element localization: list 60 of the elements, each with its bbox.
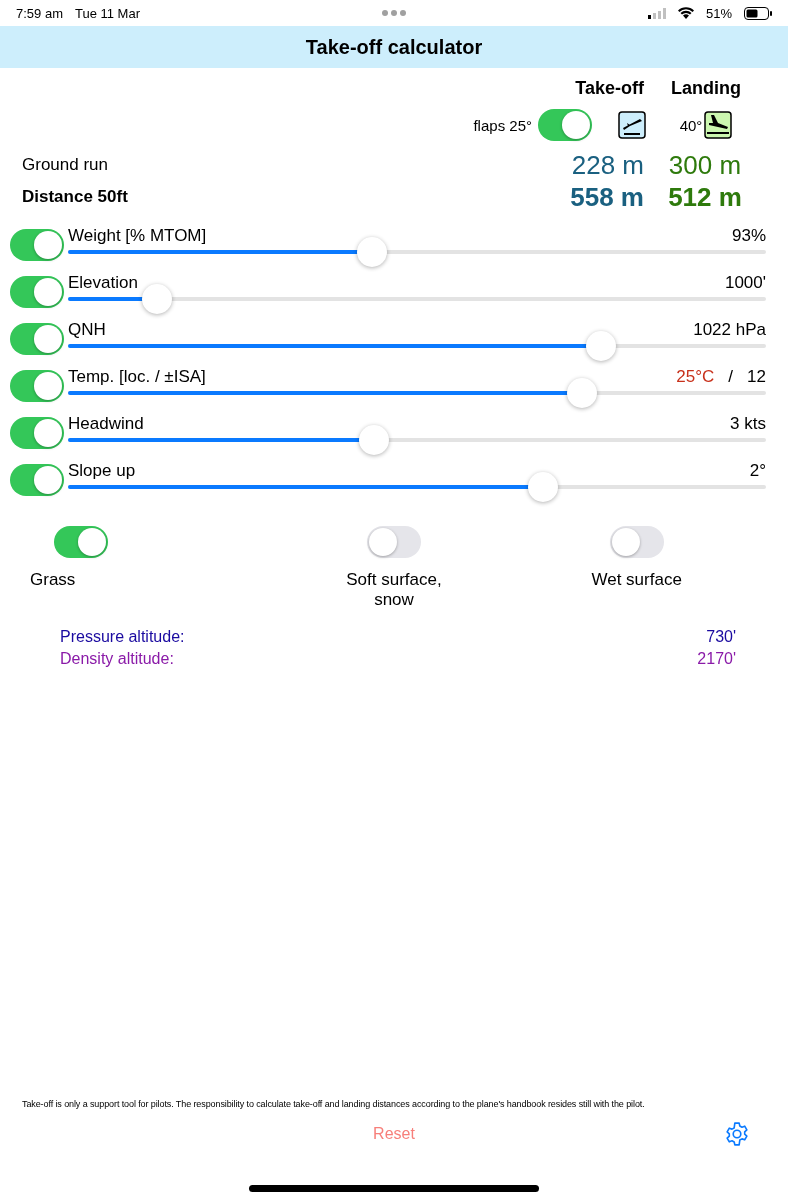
toggle-switch[interactable] — [609, 526, 664, 558]
slider-reading: 1000' — [724, 272, 766, 293]
slider-label: Temp. [loc. / ±ISA] — [68, 366, 206, 387]
toggle-switch[interactable] — [10, 229, 64, 261]
takeoff-distance: 228 m — [570, 149, 645, 181]
result-label: Ground run — [22, 154, 109, 176]
altitude-value: 2170' — [697, 650, 736, 668]
surface-label: Wet surface — [591, 570, 682, 590]
slider-reading: 93% — [731, 225, 766, 246]
altitude-label: Density altitude: — [60, 650, 174, 668]
slider-label: Slope up — [68, 460, 136, 481]
landing-distance: 300 m — [667, 149, 743, 181]
toggle-switch[interactable] — [367, 526, 421, 558]
signal-icon — [648, 7, 666, 19]
battery-icon — [744, 6, 772, 20]
settings-icon[interactable] — [724, 1121, 750, 1147]
slider-reading: 25°C — [676, 366, 715, 387]
altitude-label: Pressure altitude: — [60, 628, 185, 646]
toggle-switch[interactable] — [10, 417, 64, 449]
slider-label: Headwind — [68, 413, 144, 434]
status-date: Tue 11 Mar — [75, 5, 140, 21]
column-header: Landing — [670, 77, 742, 99]
toggle-switch[interactable] — [54, 526, 108, 558]
slider-thumb[interactable] — [359, 424, 390, 455]
slider-thumb[interactable] — [528, 471, 559, 502]
landing-icon[interactable] — [704, 111, 733, 139]
toggle-switch[interactable] — [10, 464, 64, 496]
flaps-label: flaps 25° — [473, 116, 532, 134]
page-title: Take-off calculator — [305, 35, 483, 59]
result-label: Distance 50ft — [22, 186, 129, 208]
flaps-label: 40° — [679, 116, 703, 134]
battery-percent: 51% — [706, 5, 732, 21]
more-dots-icon[interactable] — [382, 10, 406, 16]
disclaimer-text: Take-off is only a support tool for pilots. The responsibility to calculate take-off and landing distances according to the plane's handbook resides still with the pilot. — [21, 1099, 646, 1109]
toggle-switch[interactable] — [10, 370, 64, 402]
altitude-value: 730' — [706, 628, 736, 646]
reset-button[interactable]: Reset — [367, 1123, 421, 1145]
slider-thumb[interactable] — [567, 377, 598, 408]
slider-thumb[interactable] — [357, 236, 388, 267]
status-time: 7:59 am — [16, 5, 63, 21]
surface-label: Soft surface, snow — [346, 570, 442, 610]
slider-label: QNH — [68, 319, 106, 340]
takeoff-distance: 558 m — [569, 181, 645, 213]
takeoff-icon[interactable] — [618, 111, 646, 139]
slider-thumb[interactable] — [585, 330, 616, 361]
toggle-switch[interactable] — [10, 323, 64, 355]
column-header: Take-off — [574, 77, 645, 99]
slider-reading: 2° — [749, 460, 766, 481]
slider-label: Weight [% MTOM] — [68, 225, 207, 246]
toggle-switch[interactable] — [10, 276, 64, 308]
slider-reading: 1022 hPa — [693, 319, 766, 340]
slider-reading: 12 — [747, 366, 766, 387]
slider-label: Elevation — [68, 272, 138, 293]
landing-distance: 512 m — [667, 181, 743, 213]
wifi-icon — [678, 7, 694, 19]
separator: / — [728, 366, 734, 387]
slider-thumb[interactable] — [141, 283, 172, 314]
flaps-toggle[interactable] — [538, 109, 592, 141]
slider-reading: 3 kts — [730, 413, 766, 434]
surface-label: Grass — [30, 570, 76, 590]
